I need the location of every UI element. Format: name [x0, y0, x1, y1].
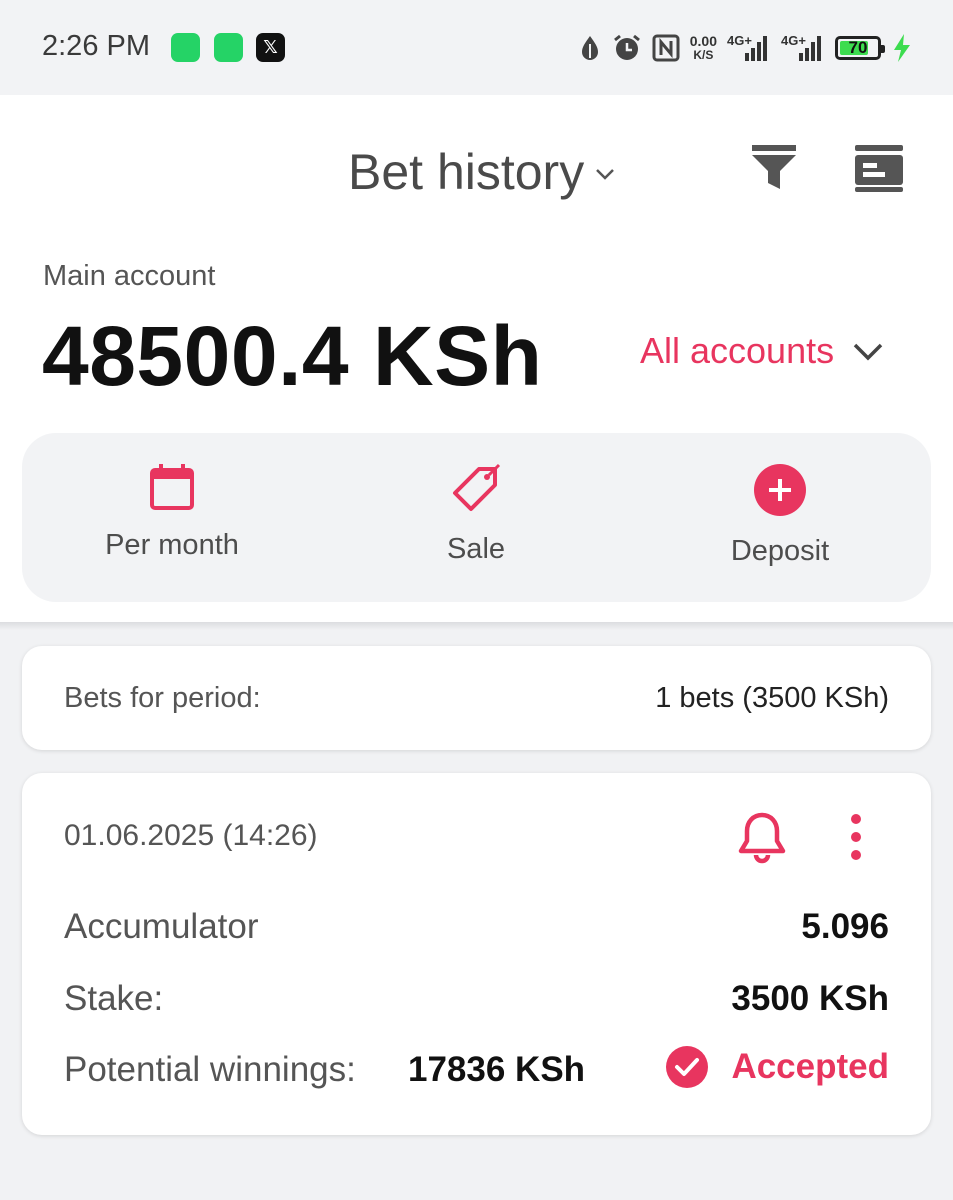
period-summary-card: Bets for period: 1 bets (3500 KSh)	[22, 646, 931, 750]
bet-card[interactable]: 01.06.2025 (14:26) Accumulator 5.096 Sta…	[22, 773, 931, 1135]
x-icon: 𝕏	[256, 33, 285, 62]
page-title: Bet history	[348, 144, 585, 200]
winnings-value: 17836 KSh	[408, 1050, 586, 1089]
period-label: Bets for period:	[64, 682, 261, 714]
sale-label: Sale	[446, 533, 506, 565]
check-circle-icon	[666, 1046, 709, 1088]
tag-icon	[453, 463, 501, 511]
bet-odds-value: 5.096	[801, 907, 889, 946]
signal-bars-icon	[745, 36, 767, 61]
bell-icon[interactable]	[737, 811, 787, 865]
nfc-icon	[652, 34, 680, 62]
account-balance: 48500.4 KSh	[42, 309, 543, 403]
more-options-icon[interactable]	[844, 813, 868, 861]
header: Bet history Main account 48500.4 KSh All…	[0, 95, 953, 625]
status-text: Accepted	[731, 1047, 889, 1086]
status-indicators: 0.00 K/S 4G+ 4G+ 70	[578, 28, 913, 68]
whatsapp-business-icon	[171, 33, 200, 62]
signal-1: 4G+	[727, 33, 771, 63]
chevron-down-icon	[596, 169, 615, 180]
plus-circle-icon	[754, 464, 806, 516]
whatsapp-icon	[214, 33, 243, 62]
signal-2: 4G+	[781, 33, 825, 63]
deposit-button[interactable]: Deposit	[680, 463, 880, 568]
status-time: 2:26 PM	[42, 30, 150, 62]
status-bar: 2:26 PM 𝕏 0.00 K/S 4G+ 4G+ 70	[0, 0, 953, 95]
network-speed-unit: K/S	[693, 48, 714, 62]
deposit-label: Deposit	[730, 535, 830, 567]
sale-button[interactable]: Sale	[376, 463, 576, 566]
network-speed-value: 0.00	[689, 33, 717, 49]
chevron-down-icon	[853, 343, 883, 361]
alarm-icon	[613, 34, 640, 60]
charging-icon	[894, 34, 910, 62]
calendar-icon	[150, 464, 194, 510]
winnings-label: Potential winnings:	[64, 1050, 356, 1089]
filter-icon[interactable]	[750, 143, 798, 191]
per-month-label: Per month	[105, 529, 239, 561]
battery-indicator: 70	[835, 36, 885, 60]
stake-label: Stake:	[64, 979, 164, 1018]
bet-slip-icon[interactable]	[853, 143, 905, 193]
data-saver-icon	[581, 36, 598, 60]
signal-bars-icon	[799, 36, 821, 61]
per-month-button[interactable]: Per month	[72, 463, 272, 562]
bet-type-label: Accumulator	[64, 907, 259, 946]
header-divider	[0, 622, 953, 630]
bet-date: 01.06.2025 (14:26)	[64, 819, 318, 852]
all-accounts-dropdown[interactable]: All accounts	[640, 330, 884, 372]
network-speed: 0.00 K/S	[690, 34, 717, 62]
period-value: 1 bets (3500 KSh)	[655, 682, 889, 714]
account-label: Main account	[43, 260, 216, 292]
all-accounts-label: All accounts	[640, 330, 835, 371]
title-dropdown[interactable]: Bet history	[348, 143, 616, 201]
quick-actions-panel: Per month Sale Deposit	[22, 433, 931, 602]
status-badge: Accepted	[665, 1045, 889, 1089]
battery-level: 70	[848, 38, 868, 57]
stake-value: 3500 KSh	[731, 979, 889, 1018]
